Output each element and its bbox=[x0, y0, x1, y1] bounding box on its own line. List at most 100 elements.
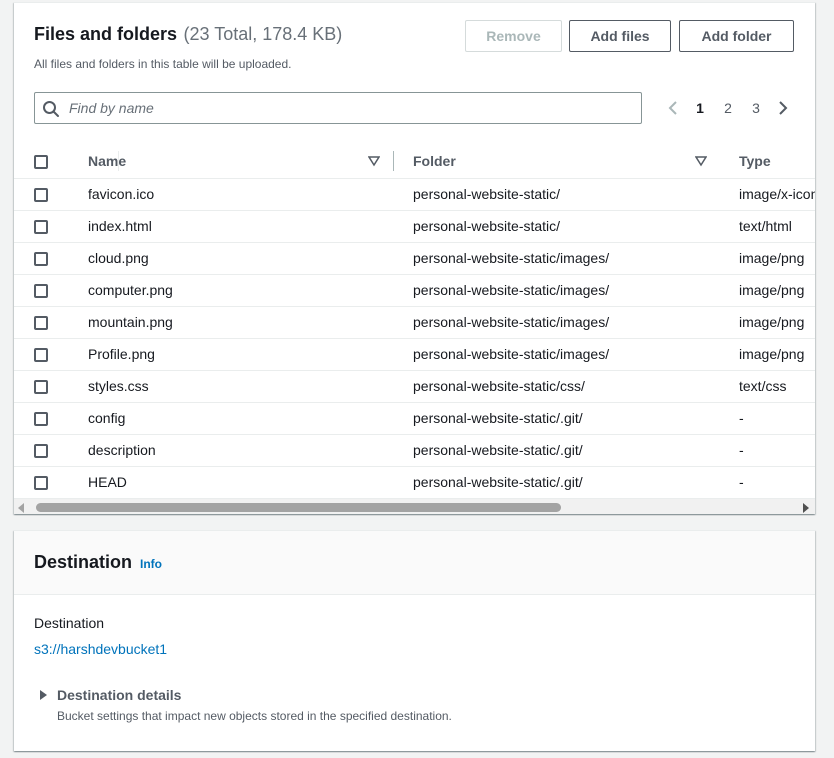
file-name-cell: HEAD bbox=[66, 466, 394, 499]
files-and-folders-panel: Files and folders (23 Total, 178.4 KB) A… bbox=[14, 2, 815, 514]
scroll-left-arrow-icon[interactable] bbox=[18, 503, 24, 513]
type-cell-text: text/css bbox=[739, 378, 787, 394]
folder-cell: personal-website-static/css/ bbox=[394, 370, 720, 403]
table-row[interactable]: Profile.png personal-website-static/image… bbox=[14, 338, 815, 371]
search-input[interactable] bbox=[67, 95, 627, 121]
column-header-name[interactable]: Name bbox=[66, 144, 394, 179]
select-all-cell bbox=[14, 144, 66, 179]
destination-details-description: Bucket settings that impact new objects … bbox=[57, 709, 452, 723]
row-checkbox[interactable] bbox=[34, 188, 48, 203]
file-name-cell-text: favicon.ico bbox=[88, 186, 155, 202]
file-name-cell-text: description bbox=[88, 442, 156, 458]
page-2-button[interactable]: 2 bbox=[718, 98, 738, 118]
column-type-label: Type bbox=[739, 152, 771, 169]
select-all-checkbox[interactable] bbox=[34, 154, 48, 169]
remove-button[interactable]: Remove bbox=[465, 20, 562, 52]
table-row[interactable]: cloud.png personal-website-static/images/… bbox=[14, 242, 815, 275]
info-link[interactable]: Info bbox=[140, 557, 162, 571]
row-select-cell bbox=[14, 242, 66, 275]
row-checkbox[interactable] bbox=[34, 476, 48, 491]
table-row[interactable]: styles.css personal-website-static/css/te… bbox=[14, 370, 815, 403]
sort-triangle-icon[interactable] bbox=[368, 155, 380, 167]
file-name-cell: config bbox=[66, 402, 394, 435]
folder-cell-text: personal-website-static/css/ bbox=[413, 378, 585, 394]
folder-cell-text: personal-website-static/images/ bbox=[413, 282, 610, 298]
row-checkbox[interactable] bbox=[34, 316, 48, 331]
table-row[interactable]: index.html personal-website-static/text/h… bbox=[14, 210, 815, 243]
row-checkbox[interactable] bbox=[34, 444, 48, 459]
files-table: Name Folder Type favicon.ico personal-we… bbox=[14, 144, 815, 499]
type-cell: text/css bbox=[720, 370, 815, 403]
type-cell: image/png bbox=[720, 242, 815, 275]
files-total-count: (23 Total, 178.4 KB) bbox=[183, 24, 343, 44]
destination-details-toggle[interactable]: Destination details bbox=[57, 687, 181, 703]
type-cell: - bbox=[720, 402, 815, 435]
row-checkbox[interactable] bbox=[34, 380, 48, 395]
table-header-row: Name Folder Type bbox=[14, 144, 815, 179]
search-icon bbox=[43, 101, 59, 117]
row-checkbox[interactable] bbox=[34, 348, 48, 363]
chevron-left-icon[interactable] bbox=[665, 100, 681, 116]
file-name-cell: styles.css bbox=[66, 370, 394, 403]
type-cell: text/html bbox=[720, 210, 815, 243]
folder-cell-text: personal-website-static/.git/ bbox=[413, 410, 583, 426]
table-row[interactable]: computer.png personal-website-static/imag… bbox=[14, 274, 815, 307]
file-name-cell: index.html bbox=[66, 210, 394, 243]
column-header-type[interactable]: Type bbox=[720, 144, 815, 179]
add-folder-button[interactable]: Add folder bbox=[679, 20, 794, 52]
row-select-cell bbox=[14, 402, 66, 435]
file-name-cell: cloud.png bbox=[66, 242, 394, 275]
folder-cell-text: personal-website-static/ bbox=[413, 186, 561, 202]
row-checkbox[interactable] bbox=[34, 412, 48, 427]
column-header-folder[interactable]: Folder bbox=[394, 144, 721, 179]
row-select-cell bbox=[14, 274, 66, 307]
horizontal-scrollbar[interactable] bbox=[14, 499, 815, 514]
type-cell-text: - bbox=[739, 410, 744, 426]
table-row[interactable]: HEAD personal-website-static/.git/ - bbox=[14, 466, 815, 499]
folder-cell-text: personal-website-static/.git/ bbox=[413, 442, 583, 458]
folder-cell: personal-website-static/images/ bbox=[394, 306, 720, 339]
table-row[interactable]: config personal-website-static/.git/ - bbox=[14, 402, 815, 435]
destination-heading: Destination bbox=[34, 552, 133, 572]
scroll-right-arrow-icon[interactable] bbox=[803, 503, 809, 513]
chevron-right-icon[interactable] bbox=[775, 100, 791, 116]
page-3-button[interactable]: 3 bbox=[746, 98, 766, 118]
row-checkbox[interactable] bbox=[34, 284, 48, 299]
type-cell: image/png bbox=[720, 306, 815, 339]
destination-header: Destination Info bbox=[14, 531, 815, 595]
folder-cell: personal-website-static/ bbox=[394, 210, 720, 243]
type-cell: image/x-icon bbox=[720, 178, 815, 211]
folder-cell: personal-website-static/.git/ bbox=[394, 466, 720, 499]
files-panel-heading: Files and folders bbox=[34, 24, 178, 44]
caret-right-icon[interactable] bbox=[40, 690, 47, 700]
type-cell-text: image/png bbox=[739, 314, 805, 330]
row-select-cell bbox=[14, 466, 66, 499]
destination-label: Destination bbox=[34, 615, 105, 631]
search-box[interactable] bbox=[34, 92, 642, 124]
add-files-button[interactable]: Add files bbox=[569, 20, 671, 52]
scrollbar-thumb[interactable] bbox=[36, 503, 561, 512]
row-select-cell bbox=[14, 178, 66, 211]
type-cell: - bbox=[720, 434, 815, 467]
row-select-cell bbox=[14, 306, 66, 339]
table-row[interactable]: mountain.png personal-website-static/imag… bbox=[14, 306, 815, 339]
type-cell-text: - bbox=[739, 442, 744, 458]
folder-cell: personal-website-static/images/ bbox=[394, 338, 720, 371]
type-cell: image/png bbox=[720, 338, 815, 371]
folder-cell-text: personal-website-static/images/ bbox=[413, 346, 610, 362]
table-row[interactable]: favicon.ico personal-website-static/image… bbox=[14, 178, 815, 211]
destination-bucket-link[interactable]: s3://harshdevbucket1 bbox=[34, 641, 167, 657]
folder-cell: personal-website-static/.git/ bbox=[394, 402, 720, 435]
column-folder-label: Folder bbox=[413, 152, 456, 169]
row-select-cell bbox=[14, 338, 66, 371]
type-cell-text: image/png bbox=[739, 346, 805, 362]
page-1-button[interactable]: 1 bbox=[690, 98, 710, 118]
file-name-cell-text: computer.png bbox=[88, 282, 173, 298]
type-cell-text: - bbox=[739, 474, 744, 490]
row-checkbox[interactable] bbox=[34, 252, 48, 267]
type-cell-text: text/html bbox=[739, 218, 792, 234]
table-row[interactable]: description personal-website-static/.git/… bbox=[14, 434, 815, 467]
file-name-cell: favicon.ico bbox=[66, 178, 394, 211]
sort-triangle-icon[interactable] bbox=[695, 155, 707, 167]
row-checkbox[interactable] bbox=[34, 220, 48, 235]
